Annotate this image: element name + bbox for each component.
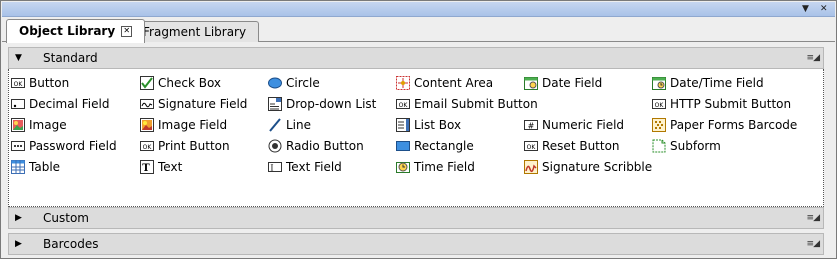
- object-label: Subform: [670, 139, 721, 153]
- circle-icon: [268, 77, 282, 89]
- text-field-icon: I: [268, 162, 282, 173]
- paper-forms-barcode-icon: [652, 118, 666, 132]
- object-label: Time Field: [414, 160, 475, 174]
- section-header-barcodes[interactable]: ▶ Barcodes ≡◢: [8, 233, 824, 255]
- expand-triangle-icon: ▶: [15, 213, 22, 223]
- tab-object-library[interactable]: Object Library ✕: [6, 19, 146, 43]
- svg-text:#: #: [528, 122, 535, 131]
- email-submit-button-icon: OK: [396, 99, 410, 109]
- object-label: HTTP Submit Button: [670, 97, 792, 111]
- object-label: Date Field: [542, 76, 603, 90]
- object-label: Date/Time Field: [670, 76, 764, 90]
- object-label: Circle: [286, 76, 320, 90]
- object-label: Numeric Field: [542, 118, 625, 132]
- object-label: Image Field: [158, 118, 228, 132]
- tab-close-icon[interactable]: ✕: [121, 26, 133, 37]
- object-label: Print Button: [158, 139, 230, 153]
- object-label: Text: [158, 160, 183, 174]
- object-label: Text Field: [286, 160, 342, 174]
- decimal-field-icon: [11, 99, 25, 109]
- image-icon: [11, 118, 25, 132]
- close-icon[interactable]: ✕: [820, 2, 828, 16]
- date-time-field-icon: [652, 77, 666, 90]
- object-label: Check Box: [158, 76, 222, 90]
- button-icon: OK: [11, 78, 25, 88]
- table-icon: [11, 160, 25, 174]
- checkbox-icon: [140, 76, 154, 90]
- section-label: Custom: [43, 211, 89, 225]
- password-field-icon: [11, 141, 25, 151]
- tab-label: Fragment Library: [143, 25, 247, 39]
- svg-text:OK: OK: [143, 144, 153, 151]
- panel-menu-icon[interactable]: ≡◢: [807, 208, 821, 228]
- object-label: Button: [29, 76, 70, 90]
- line-icon: [269, 118, 281, 132]
- text-icon: T: [140, 160, 154, 174]
- signature-scribble-icon: [524, 160, 538, 174]
- time-field-icon: [396, 162, 410, 173]
- subform-icon: [652, 139, 666, 153]
- svg-text:T: T: [142, 163, 150, 174]
- object-label: Line: [286, 118, 312, 132]
- svg-text:OK: OK: [527, 144, 537, 151]
- panel-menu-icon[interactable]: ≡◢: [807, 234, 821, 254]
- dropdown-arrow-icon[interactable]: ▼: [802, 2, 809, 16]
- rectangle-icon: [396, 141, 410, 151]
- object-label: Password Field: [29, 139, 117, 153]
- object-label: Content Area: [414, 76, 494, 90]
- object-label: Reset Button: [542, 139, 620, 153]
- object-label: Paper Forms Barcode: [670, 118, 798, 132]
- object-label: Signature Scribble: [542, 160, 653, 174]
- tab-label: Object Library: [19, 24, 116, 38]
- svg-text:OK: OK: [655, 102, 665, 109]
- standard-objects-panel: OK Button Check Box Circle Content Area …: [8, 69, 824, 207]
- object-label: Decimal Field: [29, 97, 110, 111]
- object-label: Table: [29, 160, 61, 174]
- object-label: Drop-down List: [286, 97, 377, 111]
- window-title-bar: ▼ ✕: [2, 2, 835, 17]
- signature-field-icon: [140, 99, 154, 109]
- list-box-icon: [396, 118, 410, 132]
- section-label: Standard: [43, 51, 98, 65]
- svg-text:I: I: [270, 164, 273, 173]
- expand-triangle-icon: ▶: [15, 239, 22, 249]
- tab-bar: Object Library ✕ Fragment Library: [2, 19, 835, 43]
- svg-text:OK: OK: [14, 81, 24, 88]
- tab-fragment-library[interactable]: Fragment Library: [130, 21, 260, 42]
- section-header-custom[interactable]: ▶ Custom ≡◢: [8, 207, 824, 229]
- print-button-icon: OK: [140, 141, 154, 151]
- http-submit-button-icon: OK: [652, 99, 666, 109]
- radio-button-icon: [268, 139, 282, 153]
- image-field-icon: [140, 118, 154, 132]
- numeric-field-icon: #: [524, 120, 538, 131]
- content-area-icon: [396, 76, 410, 90]
- section-header-standard[interactable]: ▼ Standard ≡◢: [8, 47, 824, 69]
- svg-text:OK: OK: [399, 102, 409, 109]
- object-label: Email Submit Button: [414, 97, 538, 111]
- object-label: Rectangle: [414, 139, 474, 153]
- section-label: Barcodes: [43, 237, 99, 251]
- date-field-icon: [524, 77, 538, 90]
- object-library-window: ▼ ✕ Object Library ✕ Fragment Library ▼ S…: [0, 0, 837, 259]
- object-label: Signature Field: [158, 97, 248, 111]
- drop-down-list-icon: [268, 97, 282, 111]
- reset-button-icon: OK: [524, 141, 538, 151]
- object-label: Image: [29, 118, 67, 132]
- object-label: Radio Button: [286, 139, 364, 153]
- collapse-triangle-icon: ▼: [15, 53, 22, 63]
- panel-menu-icon[interactable]: ≡◢: [807, 48, 821, 68]
- object-label: List Box: [414, 118, 462, 132]
